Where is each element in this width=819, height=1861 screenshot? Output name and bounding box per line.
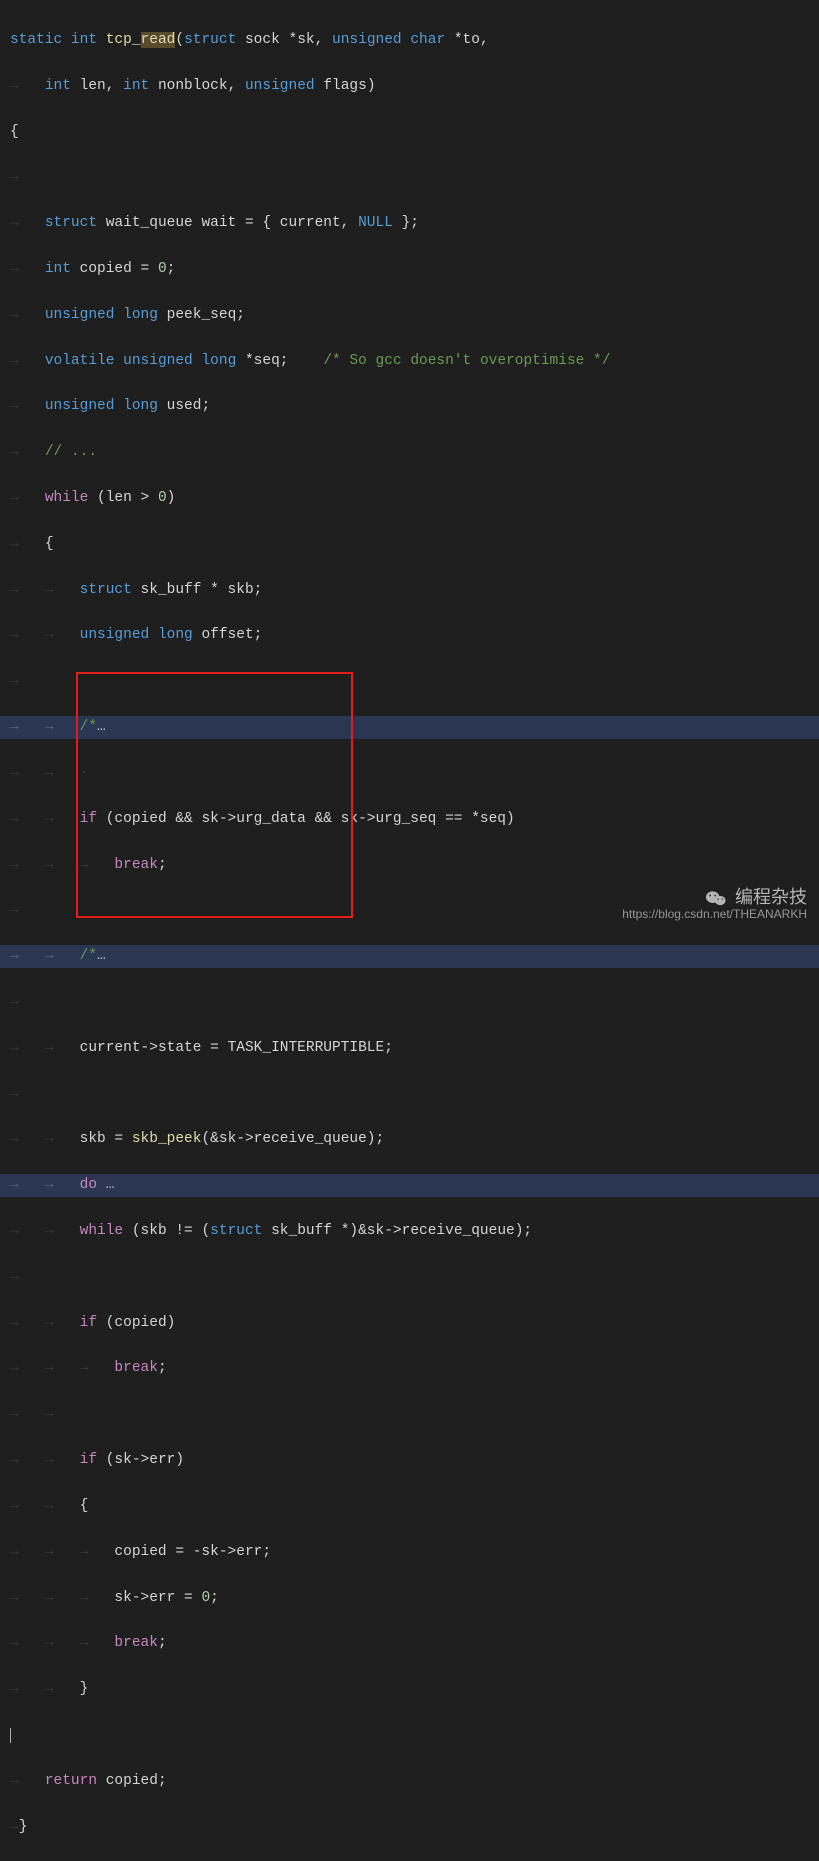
code-line: → → → break; <box>0 1632 819 1655</box>
code-line: → unsigned long peek_seq; <box>0 304 819 327</box>
code-line: → int len, int nonblock, unsigned flags) <box>0 75 819 98</box>
watermark: 编程杂技 https://blog.csdn.net/THEANARKH <box>622 883 807 921</box>
watermark-title: 编程杂技 <box>735 887 807 907</box>
code-line: → → current->state = TASK_INTERRUPTIBLE; <box>0 1037 819 1060</box>
watermark-url: https://blog.csdn.net/THEANARKH <box>622 907 807 921</box>
code-line: → → · <box>0 762 819 785</box>
code-line: → → while (skb != (struct sk_buff *)&sk-… <box>0 1220 819 1243</box>
code-line-folded[interactable]: → → /*… <box>0 716 819 739</box>
code-line: → → { <box>0 1495 819 1518</box>
code-line: → → → break; <box>0 854 819 877</box>
code-line: → struct wait_queue wait = { current, NU… <box>0 212 819 235</box>
code-line: → → } <box>0 1678 819 1701</box>
code-line: → → <box>0 1403 819 1426</box>
code-line: → → → sk->err = 0; <box>0 1587 819 1610</box>
code-line: → <box>0 1266 819 1289</box>
code-line: → → unsigned long offset; <box>0 624 819 647</box>
code-line: → → if (copied) <box>0 1312 819 1335</box>
code-line: → <box>0 991 819 1014</box>
code-line: → → if (sk->err) <box>0 1449 819 1472</box>
code-line-folded[interactable]: → → do … <box>0 1174 819 1197</box>
wechat-icon <box>706 889 726 907</box>
code-line: → int copied = 0; <box>0 258 819 281</box>
code-line: { <box>0 121 819 144</box>
code-line: → <box>0 1083 819 1106</box>
text-cursor <box>10 1728 11 1743</box>
code-line: →} <box>0 1816 819 1839</box>
code-line <box>0 1724 819 1747</box>
code-line: → { <box>0 533 819 556</box>
code-line: → <box>0 670 819 693</box>
code-line: → while (len > 0) <box>0 487 819 510</box>
code-line: → unsigned long used; <box>0 395 819 418</box>
code-line: → → → copied = -sk->err; <box>0 1541 819 1564</box>
code-line: → // ... <box>0 441 819 464</box>
code-line-folded[interactable]: → → /*… <box>0 945 819 968</box>
code-line: → → → break; <box>0 1357 819 1380</box>
code-line: → → struct sk_buff * skb; <box>0 579 819 602</box>
code-line: static int tcp_read(struct sock *sk, uns… <box>0 29 819 52</box>
code-line: → → if (copied && sk->urg_data && sk->ur… <box>0 808 819 831</box>
code-line: → volatile unsigned long *seq; /* So gcc… <box>0 350 819 373</box>
code-line: → return copied; <box>0 1770 819 1793</box>
code-line: → <box>0 166 819 189</box>
code-line: → → skb = skb_peek(&sk->receive_queue); <box>0 1128 819 1151</box>
